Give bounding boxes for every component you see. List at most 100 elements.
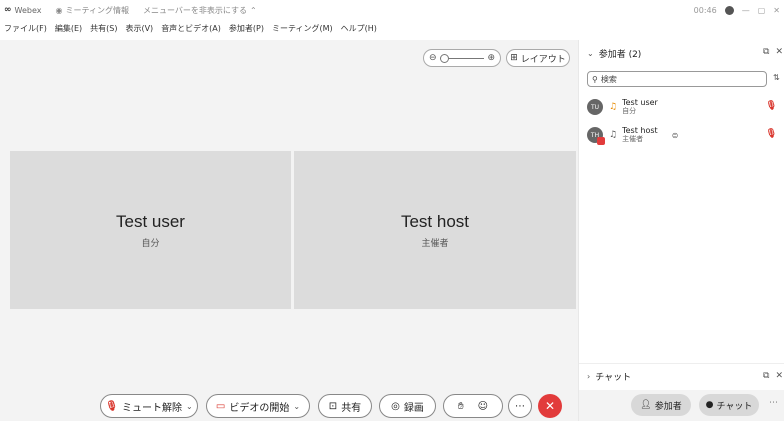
close-icon: ✕ — [544, 399, 556, 413]
participant-name: Test host — [622, 126, 658, 135]
layout-button[interactable]: ⊞ レイアウト — [506, 49, 570, 67]
status-icon — [724, 5, 734, 15]
participants-toggle-button[interactable]: 👤︎ 参加者 — [631, 394, 691, 416]
share-label: 共有 — [341, 402, 362, 414]
webex-logo-icon: ∞ — [4, 5, 12, 15]
chevron-down-icon[interactable]: ⌄ — [186, 402, 193, 411]
tile-name: Test user — [116, 211, 185, 231]
tile-role: 主催者 — [421, 238, 449, 249]
tile-name: Test host — [400, 211, 470, 231]
headset-icon: ♫ — [609, 130, 618, 140]
maximize-icon[interactable]: ▢ — [758, 6, 766, 15]
start-video-label: ビデオの開始 — [229, 402, 290, 414]
participant-name: Test user — [622, 98, 658, 107]
reactions-group: ✋︎ ☺ — [443, 394, 503, 418]
chat-title: チャット — [595, 373, 632, 383]
chat-header[interactable]: › チャット ⧉ ✕ — [579, 363, 784, 389]
chevron-down-icon[interactable]: ⌄ — [587, 49, 594, 58]
menu-participants[interactable]: 参加者(P) — [229, 23, 264, 34]
mic-muted-icon[interactable]: 🎙︎ — [766, 101, 777, 111]
menu-file[interactable]: ファイル(F) — [4, 23, 47, 34]
zoom-track[interactable] — [439, 53, 485, 63]
record-button[interactable]: ◎ 録画 — [379, 394, 436, 418]
more-icon[interactable]: ⋯ — [769, 398, 778, 408]
hide-menubar-button[interactable]: メニューバーを非表示にする ⌃ — [143, 5, 257, 16]
menu-view[interactable]: 表示(V) — [125, 23, 153, 34]
participant-row[interactable]: TU ♫ Test user 自分 🎙︎ — [587, 96, 783, 118]
participant-search-input[interactable]: ⚲ 検索 — [587, 71, 767, 87]
avatar-initials: TU — [590, 103, 600, 111]
leave-meeting-button[interactable]: ✕ — [538, 394, 562, 418]
mic-muted-icon: 🎙︎ — [105, 400, 118, 412]
chevron-up-icon: ⌃ — [249, 5, 257, 15]
video-tile-self[interactable]: Test user 自分 — [10, 151, 291, 309]
popout-icon[interactable]: ⧉ — [763, 371, 769, 381]
participant-text: Test host 主催者 — [622, 126, 658, 144]
sort-icon[interactable]: ⇅ — [773, 73, 780, 82]
search-placeholder: 検索 — [600, 74, 617, 84]
record-icon: ◎ — [391, 400, 400, 412]
chat-header-actions: ⧉ ✕ — [763, 371, 783, 381]
participant-row[interactable]: TH ♫ Test host 主催者 ⊜ 🎙︎ — [587, 124, 783, 146]
meeting-controls: 🎙︎ ミュート解除 ⌄ ▭ ビデオの開始 ⌄ ⊡ 共有 ◎ 録画 ✋︎ ☺ ⋯ … — [0, 390, 578, 421]
chevron-down-icon[interactable]: ⌄ — [293, 402, 300, 411]
meeting-timer: 00:46 — [693, 5, 717, 15]
zoom-out-icon[interactable]: ⊖ — [429, 53, 437, 63]
video-tile-host[interactable]: Test host 主催者 — [294, 151, 576, 309]
title-bar: ∞ Webex ◉ ミーティング情報 メニューバーを非表示にする ⌃ 00:46… — [0, 0, 784, 20]
grid-icon: ⊞ — [510, 53, 518, 63]
menu-share[interactable]: 共有(S) — [90, 23, 117, 34]
close-icon[interactable]: ✕ — [775, 371, 783, 381]
window-controls: 00:46 — ▢ ✕ — [694, 0, 780, 20]
popout-icon[interactable]: ⧉ — [763, 47, 769, 57]
participants-title: 参加者 (2) — [598, 49, 642, 60]
close-icon[interactable]: ✕ — [775, 47, 783, 57]
reaction-icon[interactable]: ☺ — [478, 401, 488, 412]
mic-muted-icon[interactable]: 🎙︎ — [766, 129, 777, 139]
record-label: 録画 — [403, 402, 424, 414]
start-video-button[interactable]: ▭ ビデオの開始 ⌄ — [206, 394, 310, 418]
hide-menubar-label: メニューバーを非表示にする — [142, 5, 247, 15]
more-options-button[interactable]: ⋯ — [508, 394, 532, 418]
participant-role: 自分 — [622, 107, 637, 115]
headset-icon: ♫ — [609, 102, 618, 112]
video-off-icon: ▭ — [215, 400, 226, 412]
raise-hand-icon[interactable]: ✋︎ — [458, 401, 464, 412]
chat-toggle-label: チャット — [716, 401, 753, 412]
chat-toggle-button[interactable]: ● チャット — [699, 394, 759, 416]
meeting-info-label: ミーティング情報 — [65, 5, 129, 15]
menu-help[interactable]: ヘルプ(H) — [341, 23, 377, 34]
chat-icon: ● — [705, 400, 714, 410]
menu-audio-video[interactable]: 音声とビデオ(A) — [161, 23, 221, 34]
menu-bar: ファイル(F) 編集(E) 共有(S) 表示(V) 音声とビデオ(A) 参加者(… — [0, 20, 784, 36]
more-icon: ⋯ — [515, 400, 525, 412]
share-icon: ⊡ — [328, 400, 338, 412]
zoom-knob[interactable] — [439, 53, 449, 63]
chat-bubble-icon[interactable]: ⊜ — [672, 131, 679, 140]
unmute-label: ミュート解除 — [122, 402, 182, 414]
participant-text: Test user 自分 — [622, 98, 658, 116]
participants-header[interactable]: ⌄ 参加者 (2) ⧉ ✕ — [579, 40, 784, 66]
video-stage: ⊖ ⊕ ⊞ レイアウト Test user 自分 Test host 主催者 — [0, 40, 578, 390]
minimize-icon[interactable]: — — [742, 6, 750, 15]
panel-header-actions: ⧉ ✕ — [763, 47, 783, 57]
app-name: Webex — [14, 5, 42, 15]
people-icon: 👤︎ — [640, 400, 652, 410]
panel-footer: 👤︎ 参加者 ● チャット ⋯ — [579, 390, 784, 421]
zoom-slider[interactable]: ⊖ ⊕ — [423, 49, 501, 67]
search-icon: ⚲ — [592, 74, 598, 84]
close-icon[interactable]: ✕ — [773, 6, 780, 15]
zoom-in-icon[interactable]: ⊕ — [487, 53, 495, 63]
unmute-button[interactable]: 🎙︎ ミュート解除 ⌄ — [100, 394, 198, 418]
menu-meeting[interactable]: ミーティング(M) — [272, 23, 333, 34]
menu-edit[interactable]: 編集(E) — [55, 23, 82, 34]
avatar: TH — [587, 127, 605, 145]
app-logo: ∞ Webex — [4, 5, 41, 15]
meeting-info-button[interactable]: ◉ ミーティング情報 — [55, 5, 129, 16]
share-button[interactable]: ⊡ 共有 — [318, 394, 372, 418]
chevron-right-icon[interactable]: › — [587, 372, 590, 381]
video-off-badge-icon — [597, 137, 605, 145]
avatar: TU — [587, 99, 603, 115]
info-icon: ◉ — [55, 5, 63, 15]
layout-label: レイアウト — [520, 54, 566, 65]
